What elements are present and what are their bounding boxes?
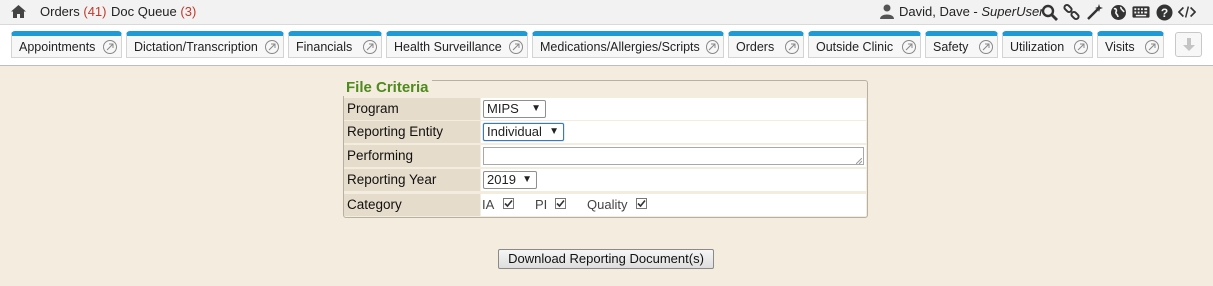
keyboard-icon[interactable] [1132,3,1150,21]
reporting-entity-value: Individual [487,124,542,139]
tab-visits[interactable]: Visits [1097,31,1164,58]
category-quality-label: Quality [587,197,628,212]
tab-label: Outside Clinic [816,39,894,54]
code-icon[interactable] [1178,3,1196,21]
category-label: Category [344,194,480,216]
reporting-entity-row: Reporting Entity Individual ▼ [344,121,866,143]
top-bar: Orders (41) Doc Queue (3) David, Dave - … [0,0,1213,25]
program-select[interactable]: MIPS ▼ [483,100,546,118]
tab-appointments[interactable]: Appointments [11,31,122,58]
category-quality-checkbox[interactable] [636,198,647,209]
user-icon [880,4,894,19]
popout-icon[interactable] [902,39,916,54]
tab-label: Visits [1105,39,1135,54]
performing-provider-label: Performing Provider(s) [344,145,480,185]
orders-count: (41) [83,4,107,19]
program-cell: MIPS ▼ [481,98,866,120]
tab-label: Health Surveillance [394,39,502,54]
help-icon[interactable]: ? [1155,3,1173,21]
doc-queue-label: Doc Queue [111,4,177,19]
orders-label: Orders [40,4,80,19]
checkmark-icon [556,199,565,208]
popout-icon[interactable] [103,39,117,54]
category-pi-label: PI [535,197,548,212]
tab-label: Safety [933,39,969,54]
performing-provider-cell [481,145,866,167]
category-cell: IA PI Quality [481,194,866,216]
tab-label: Dictation/Transcription [134,39,258,54]
download-reporting-documents-button[interactable]: Download Reporting Document(s) [498,249,714,269]
home-icon[interactable] [10,4,27,22]
program-value: MIPS [487,101,519,116]
popout-icon[interactable] [1145,39,1159,54]
reporting-year-label: Reporting Year [344,169,480,191]
tab-utilization[interactable]: Utilization [1002,31,1093,58]
program-label: Program [344,98,480,120]
category-ia-label: IA [482,197,495,212]
current-user[interactable]: David, Dave - SuperUser [880,4,1044,19]
doc-queue-count: (3) [180,4,197,19]
reporting-year-select[interactable]: 2019 ▼ [483,171,537,189]
module-tab-bar: Appointments Dictation/Transcription Fin… [0,25,1213,66]
reporting-entity-select[interactable]: Individual ▼ [483,123,564,141]
resize-grip-icon[interactable] [856,158,862,164]
file-criteria-legend: File Criteria [343,79,432,96]
caret-down-icon: ▼ [531,103,541,114]
tab-medications-allergies-scripts[interactable]: Medications/Allergies/Scripts [532,31,724,58]
reporting-year-cell: 2019 ▼ [481,169,866,191]
tab-outside-clinic[interactable]: Outside Clinic [808,31,921,58]
reporting-year-row: Reporting Year 2019 ▼ [344,169,866,191]
popout-icon[interactable] [785,39,799,54]
reporting-entity-cell: Individual ▼ [481,121,866,143]
performing-provider-input[interactable] [483,147,864,165]
tab-scroll-button[interactable] [1175,32,1202,57]
checkmark-icon [504,199,513,208]
tab-label: Medications/Allergies/Scripts [540,39,700,54]
popout-icon[interactable] [705,39,719,54]
tab-health-surveillance[interactable]: Health Surveillance [386,31,528,58]
svg-text:?: ? [1160,6,1167,20]
user-role: SuperUser [981,4,1044,19]
reporting-year-value: 2019 [487,172,516,187]
tab-label: Utilization [1010,39,1065,54]
tab-financials[interactable]: Financials [288,31,382,58]
popout-icon[interactable] [265,39,279,54]
tab-dictation-transcription[interactable]: Dictation/Transcription [126,31,284,58]
popout-icon[interactable] [1074,39,1088,54]
arrow-down-icon [1182,38,1195,51]
popout-icon[interactable] [363,39,377,54]
doc-queue-link[interactable]: Doc Queue (3) [111,4,196,19]
performing-provider-row: Performing Provider(s) [344,145,866,185]
tab-label: Orders [736,39,775,54]
caret-down-icon: ▼ [522,174,532,185]
category-ia-checkbox[interactable] [503,198,514,209]
category-pi-checkbox[interactable] [555,198,566,209]
popout-icon[interactable] [979,39,993,54]
user-name: David, Dave - [899,4,978,19]
category-row: Category IA PI Quality [344,194,866,216]
tab-orders[interactable]: Orders [728,31,804,58]
program-row: Program MIPS ▼ [344,98,866,120]
reporting-entity-label: Reporting Entity [344,121,480,143]
link-icon[interactable] [1063,3,1081,21]
checkmark-icon [637,199,646,208]
tab-label: Appointments [19,39,96,54]
search-icon[interactable] [1040,3,1058,21]
toolbar-icons: ? [1040,3,1196,21]
magic-wand-icon[interactable] [1086,3,1104,21]
caret-down-icon: ▼ [549,126,559,137]
tab-safety[interactable]: Safety [925,31,998,58]
orders-link[interactable]: Orders (41) [40,4,106,19]
globe-icon[interactable] [1109,3,1127,21]
popout-icon[interactable] [509,39,523,54]
tab-label: Financials [296,39,353,54]
